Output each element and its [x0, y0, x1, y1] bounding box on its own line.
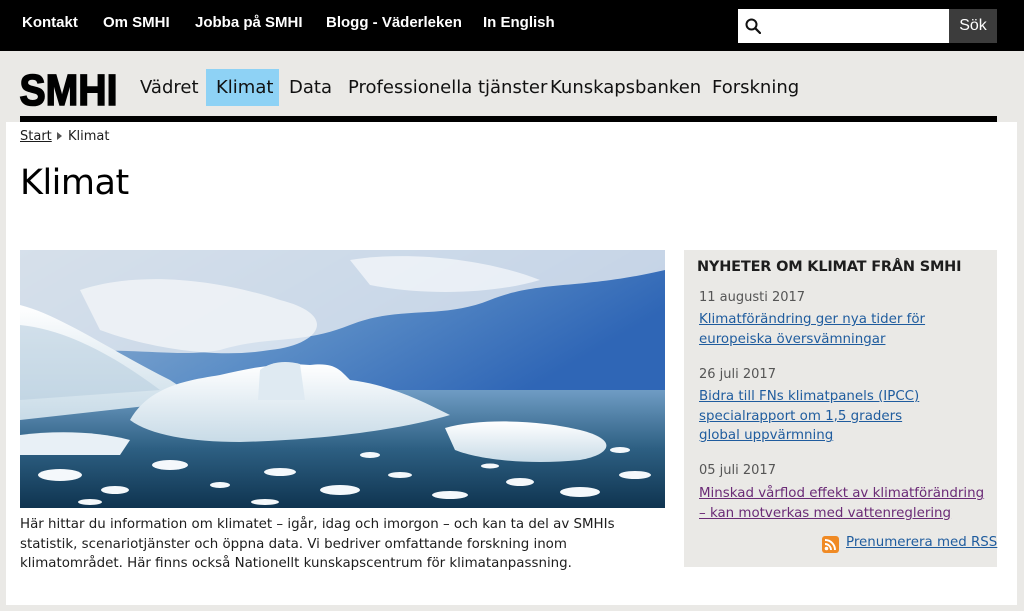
- search-box: [738, 9, 949, 43]
- logo-text: SMHI: [20, 68, 118, 109]
- rss-subscribe-link[interactable]: Prenumerera med RSS: [846, 535, 997, 550]
- news-date: 05 juli 2017: [699, 463, 776, 478]
- breadcrumb-start[interactable]: Start: [20, 129, 52, 144]
- nav-item-vadret[interactable]: Vädret: [130, 69, 209, 106]
- search-input[interactable]: [766, 9, 944, 43]
- toplink-jobba[interactable]: Jobba på SMHI: [195, 14, 303, 31]
- news-date: 26 juli 2017: [699, 367, 776, 382]
- nav-item-professionella-tjanster[interactable]: Professionella tjänster: [338, 69, 557, 106]
- nav-item-kunskapsbanken[interactable]: Kunskapsbanken: [540, 69, 711, 106]
- search-button[interactable]: Sök: [949, 9, 997, 43]
- breadcrumb-current: Klimat: [68, 129, 110, 144]
- nav-item-forskning[interactable]: Forskning: [702, 69, 809, 106]
- toplink-kontakt[interactable]: Kontakt: [22, 14, 78, 31]
- rss-icon: [822, 536, 839, 553]
- page-title: Klimat: [20, 163, 129, 203]
- toplink-blogg[interactable]: Blogg - Väderleken: [326, 14, 462, 31]
- news-link[interactable]: Klimatförändring ger nya tider för europ…: [699, 310, 989, 349]
- hero-image-iceberg: [20, 250, 665, 508]
- nav-item-klimat[interactable]: Klimat: [206, 69, 279, 106]
- news-box: NYHETER OM KLIMAT FRÅN SMHI 11 augusti 2…: [684, 250, 997, 567]
- news-heading: NYHETER OM KLIMAT FRÅN SMHI: [697, 259, 962, 275]
- nav-item-data[interactable]: Data: [279, 69, 342, 106]
- toplink-om-smhi[interactable]: Om SMHI: [103, 14, 170, 31]
- news-date: 11 augusti 2017: [699, 290, 806, 305]
- search-icon: [745, 18, 761, 34]
- toplink-in-english[interactable]: In English: [483, 14, 555, 31]
- triangle-right-icon: [57, 132, 62, 140]
- top-utility-bar: Kontakt Om SMHI Jobba på SMHI Blogg - Vä…: [0, 0, 1024, 51]
- news-link[interactable]: Minskad vårflod effekt av klimatförändri…: [699, 484, 989, 523]
- intro-text: Här hittar du information om klimatet – …: [20, 517, 615, 572]
- news-link[interactable]: Bidra till FNs klimatpanels (IPCC) speci…: [699, 387, 939, 446]
- smhi-logo[interactable]: SMHI: [19, 68, 118, 109]
